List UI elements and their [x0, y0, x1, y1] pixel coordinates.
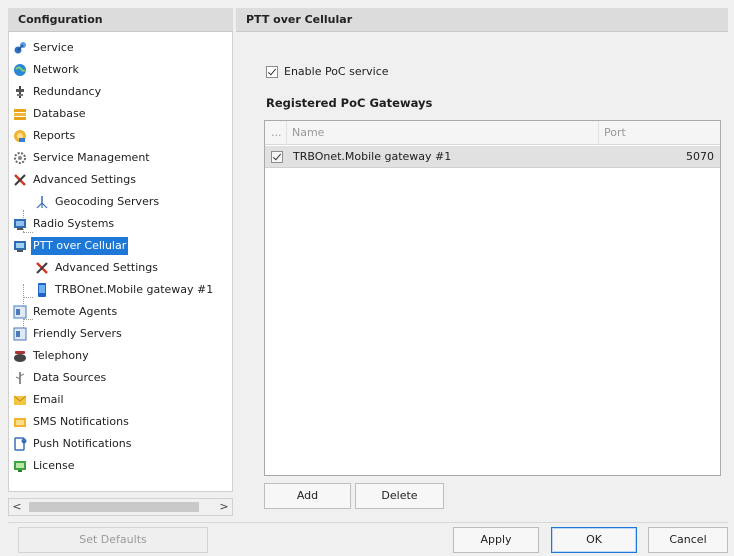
tree-item-label: Remote Agents	[33, 305, 118, 318]
delete-button[interactable]: Delete	[355, 483, 444, 509]
tree-item-label: Email	[33, 393, 64, 406]
tree-item-radio-systems[interactable]: Radio Systems	[13, 215, 116, 233]
scroll-left-button[interactable]: <	[9, 499, 25, 515]
tools-icon	[35, 261, 49, 275]
database-icon	[13, 107, 27, 121]
tree-item-ptt-advanced-settings[interactable]: Advanced Settings	[35, 259, 160, 277]
configuration-header: Configuration	[8, 8, 233, 32]
tree-item-label: Service Management	[33, 151, 150, 164]
friendly-servers-icon	[13, 327, 27, 341]
tree-item-label: Network	[33, 63, 79, 76]
port-column-header[interactable]: Port	[599, 121, 721, 145]
tree-item-reports[interactable]: Reports	[13, 127, 77, 145]
cancel-button[interactable]: Cancel	[648, 527, 728, 553]
tree-item-label: TRBOnet.Mobile gateway #1	[55, 283, 214, 296]
table-header: ... Name Port	[265, 121, 720, 145]
telephone-icon	[13, 349, 27, 363]
set-defaults-button[interactable]: Set Defaults	[18, 527, 208, 553]
gateway-port-cell: 5070	[686, 150, 714, 163]
tree-item-label: Push Notifications	[33, 437, 132, 450]
sms-icon	[13, 415, 27, 429]
page-title: PTT over Cellular	[246, 13, 353, 26]
tree-item-sms-notifications[interactable]: SMS Notifications	[13, 413, 131, 431]
row-checkbox[interactable]	[271, 151, 283, 163]
email-icon	[13, 393, 27, 407]
tree-item-advanced-settings[interactable]: Advanced Settings	[13, 171, 138, 189]
tree-item-label: Telephony	[33, 349, 89, 362]
configuration-tree[interactable]: Service Network Redundancy Database Repo…	[8, 32, 233, 492]
redundancy-icon	[13, 85, 27, 99]
tree-item-friendly-servers[interactable]: Friendly Servers	[13, 325, 124, 343]
tree-item-label: Radio Systems	[33, 217, 115, 230]
table-row[interactable]: TRBOnet.Mobile gateway #1 5070	[265, 146, 720, 168]
name-column-header[interactable]: Name	[287, 121, 599, 145]
tree-item-geocoding-servers[interactable]: Geocoding Servers	[35, 193, 161, 211]
tree-item-license[interactable]: License	[13, 457, 76, 475]
configuration-title: Configuration	[18, 13, 103, 26]
tree-item-service[interactable]: Service	[13, 39, 76, 57]
tree-item-label: SMS Notifications	[33, 415, 129, 428]
gateway-name-cell: TRBOnet.Mobile gateway #1	[293, 150, 452, 163]
remote-agents-icon	[13, 305, 27, 319]
data-sources-icon	[13, 371, 27, 385]
tree-item-data-sources[interactable]: Data Sources	[13, 369, 108, 387]
tree-item-label: Advanced Settings	[55, 261, 158, 274]
add-button[interactable]: Add	[264, 483, 351, 509]
tree-item-redundancy[interactable]: Redundancy	[13, 83, 103, 101]
radio-systems-icon	[13, 217, 27, 231]
tree-item-service-management[interactable]: Service Management	[13, 149, 152, 167]
tree-item-label: Redundancy	[33, 85, 102, 98]
geocoding-icon	[35, 195, 49, 209]
tree-item-telephony[interactable]: Telephony	[13, 347, 91, 365]
footer-divider	[8, 522, 728, 523]
gear-icon	[13, 151, 27, 165]
tree-item-label: Service	[33, 41, 74, 54]
tree-item-email[interactable]: Email	[13, 391, 66, 409]
select-column-header[interactable]: ...	[265, 121, 287, 145]
license-icon	[13, 459, 27, 473]
tree-item-label: Friendly Servers	[33, 327, 122, 340]
scrollbar-thumb[interactable]	[29, 502, 199, 512]
tree-item-ptt-over-cellular[interactable]: PTT over Cellular	[13, 237, 129, 255]
ptt-over-cellular-header: PTT over Cellular	[236, 8, 728, 32]
tree-item-label: Reports	[33, 129, 76, 142]
tree-item-remote-agents[interactable]: Remote Agents	[13, 303, 119, 321]
registered-gateways-title: Registered PoC Gateways	[266, 96, 433, 110]
gateways-table[interactable]: ... Name Port TRBOnet.Mobile gateway #1 …	[264, 120, 721, 476]
service-icon	[13, 41, 27, 55]
tools-icon	[13, 173, 27, 187]
scroll-right-button[interactable]: >	[216, 499, 232, 515]
ptt-cellular-icon	[13, 239, 27, 253]
tree-item-push-notifications[interactable]: Push Notifications	[13, 435, 133, 453]
mobile-phone-icon	[35, 283, 49, 297]
enable-poc-label: Enable PoC service	[284, 65, 389, 78]
push-notifications-icon	[13, 437, 27, 451]
tree-item-label: Geocoding Servers	[55, 195, 160, 208]
tree-item-mobile-gateway[interactable]: TRBOnet.Mobile gateway #1	[35, 281, 215, 299]
tree-item-label: PTT over Cellular	[31, 237, 129, 255]
apply-button[interactable]: Apply	[453, 527, 539, 553]
ok-button[interactable]: OK	[551, 527, 637, 553]
tree-item-label: Database	[33, 107, 86, 120]
tree-item-label: Data Sources	[33, 371, 107, 384]
tree-item-database[interactable]: Database	[13, 105, 88, 123]
tree-item-network[interactable]: Network	[13, 61, 81, 79]
tree-connector	[23, 297, 33, 298]
tree-item-label: Advanced Settings	[33, 173, 136, 186]
network-globe-icon	[13, 63, 27, 77]
reports-icon	[13, 129, 27, 143]
tree-horizontal-scrollbar[interactable]: < >	[8, 498, 233, 516]
enable-poc-checkbox[interactable]	[266, 66, 278, 78]
tree-item-label: License	[33, 459, 75, 472]
